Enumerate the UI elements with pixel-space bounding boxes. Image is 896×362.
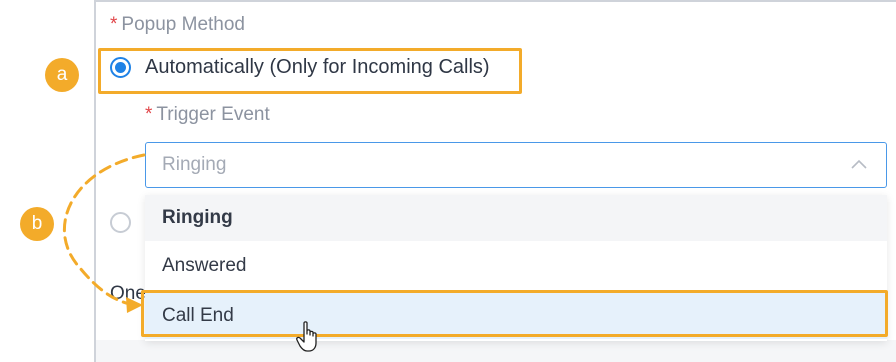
- chevron-up-icon[interactable]: [850, 157, 868, 171]
- trigger-event-select[interactable]: Ringing: [145, 142, 887, 188]
- dropdown-item-answered[interactable]: Answered: [145, 243, 887, 289]
- highlight-box-automatically: [98, 48, 522, 94]
- popup-method-label-text: Popup Method: [121, 14, 245, 35]
- required-mark: *: [110, 14, 118, 35]
- popup-method-label: * Popup Method: [110, 14, 245, 36]
- required-mark: *: [145, 104, 153, 125]
- panel-footer-shade: [96, 340, 896, 362]
- radio-option-manual[interactable]: [110, 212, 131, 233]
- highlight-box-call-end: [141, 290, 888, 337]
- trigger-event-label-text: Trigger Event: [156, 104, 270, 125]
- trigger-event-select-value: Ringing: [162, 154, 227, 175]
- trigger-event-label: * Trigger Event: [145, 104, 270, 126]
- hand-cursor-icon: [296, 321, 317, 352]
- panel-top-border: [94, 0, 896, 2]
- annotation-badge-a: a: [45, 58, 79, 92]
- dropdown-item-ringing[interactable]: Ringing: [145, 195, 887, 241]
- annotation-badge-b: b: [20, 207, 54, 241]
